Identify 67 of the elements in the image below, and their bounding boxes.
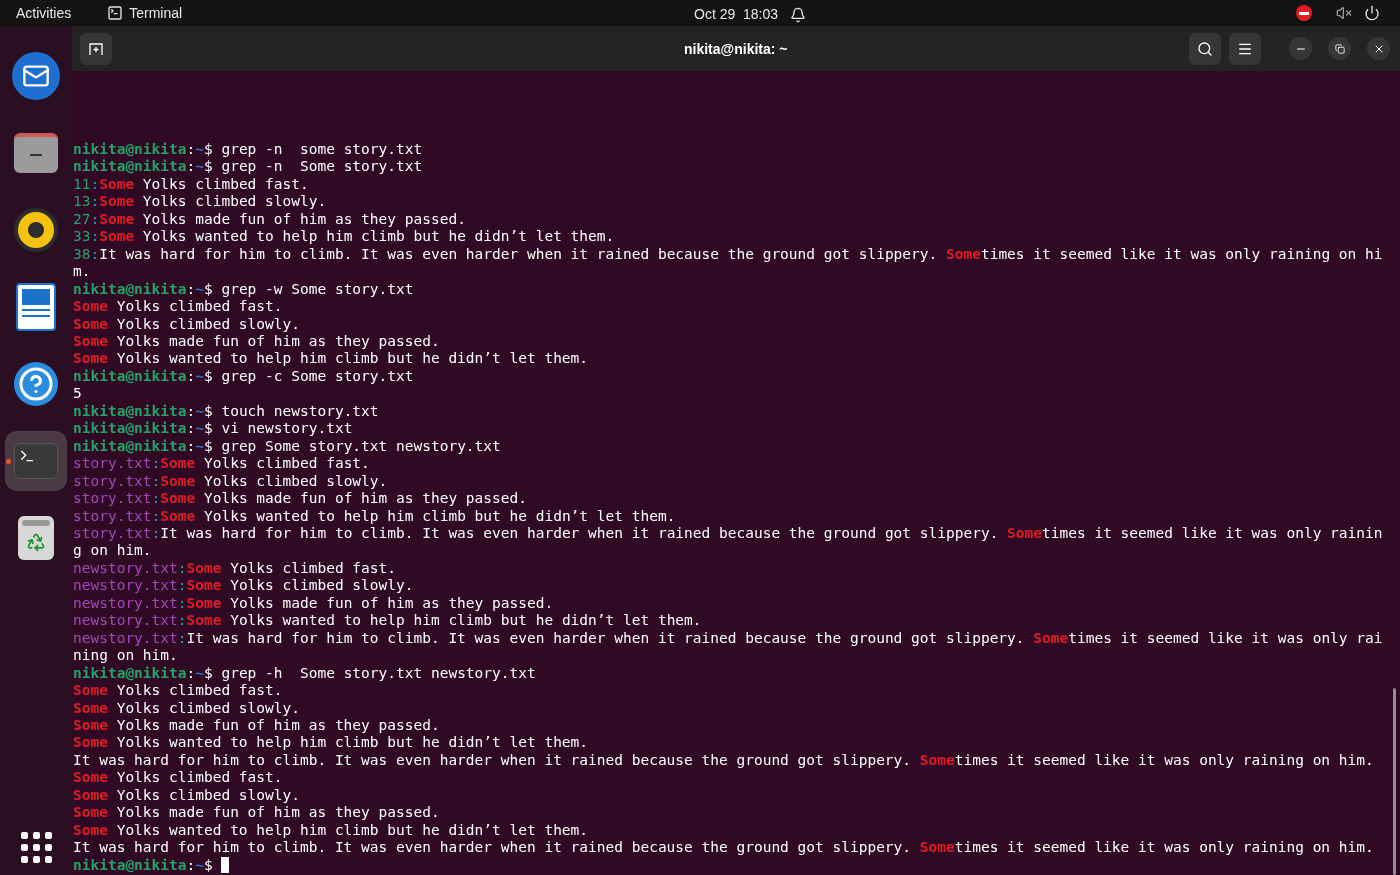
muted-speaker-icon[interactable] [1336,5,1352,21]
terminal-line: Some Yolks made fun of him as they passed. [73,716,440,735]
terminal-line: ning on him. [73,647,178,665]
close-button[interactable] [1367,37,1390,60]
terminal-line: m. [73,263,91,281]
terminal-line: g on him. [73,542,152,560]
terminal-line: newstory.txt:Some Yolks climbed slowly. [73,577,414,595]
bell-icon [790,6,807,23]
new-tab-button[interactable] [80,32,112,65]
terminal-line: story.txt:Some Yolks made fun of him as they passed. [73,490,527,508]
terminal-line: 33:Some Yolks wanted to help him climb but he didn’t let them. [73,228,615,246]
terminal-line: Some Yolks climbed slowly. [73,786,300,805]
terminal-line: Some Yolks climbed fast. [73,298,283,316]
terminal-line: 13:Some Yolks climbed slowly. [73,193,327,211]
terminal-line: nikita@nikita:~$ grep -w Some story.txt [73,280,414,299]
terminal-line: story.txt:Some Yolks climbed fast. [73,455,370,473]
search-button[interactable] [1189,32,1221,65]
help-icon [14,362,58,406]
terminal-line: Some Yolks climbed slowly. [73,315,300,333]
terminal-line: nikita@nikita:~$ grep -c Some story.txt [73,367,414,386]
scrollbar-thumb[interactable] [1393,688,1396,875]
new-tab-icon [89,41,103,56]
window-title: nikita@nikita: ~ [684,40,788,59]
terminal-line: newstory.txt:Some Yolks climbed fast. [73,559,397,578]
terminal-line: It was hard for him to climb. It was even harder when it rained because the ground got slippery. Sometimes it seemed like it was only raining on him. [73,751,1374,770]
terminal-line: Some Yolks climbed slowly. [73,699,300,717]
restore-button[interactable] [1328,37,1351,60]
terminal-line: Some Yolks wanted to help him climb but he didn’t let them. [73,350,589,368]
minimize-button[interactable] [1289,37,1312,60]
terminal-line: nikita@nikita:~$ touch newstory.txt [73,402,379,421]
terminal-line: newstory.txt:Some Yolks made fun of him as they passed. [73,594,554,613]
terminal-line: Some Yolks made fun of him as they passed. [73,333,440,351]
activities-button[interactable]: Activities [16,2,72,24]
app-menu[interactable]: Terminal [129,2,183,24]
do-not-disturb-icon[interactable] [1296,5,1312,21]
terminal-line: 38:It was hard for him to climb. It was even harder when it rained because the ground got slippery. Sometimes it seemed like it was only raining on hi [73,245,1383,264]
terminal-line: Some Yolks climbed fast. [73,682,283,700]
terminal-line: newstory.txt:It was hard for him to climb. It was even harder when it rained because the ground got slippery. Sometimes it seemed like it was only rai [73,629,1383,648]
power-icon[interactable] [1364,5,1380,21]
terminal-line: story.txt:Some Yolks climbed slowly. [73,472,388,491]
terminal-line: nikita@nikita:~$ grep -n Some story.txt [73,158,423,176]
terminal-line: nikita@nikita:~$ grep Some story.txt newstory.txt [73,437,501,456]
search-icon [1197,40,1213,57]
terminal-line: nikita@nikita:~$ grep -h Some story.txt newstory.txt [73,664,536,683]
clock[interactable]: Oct 29 18:03 [694,4,779,25]
app-grid-icon[interactable] [20,832,52,863]
terminal-line: 27:Some Yolks made fun of him as they passed. [73,210,466,229]
terminal-line: nikita@nikita:~$ [73,856,214,875]
terminal-line: Some Yolks climbed fast. [73,769,283,787]
terminal-line: story.txt:Some Yolks wanted to help him climb but he didn’t let them. [73,507,676,525]
terminal-icon [107,5,124,21]
terminal-line: Some Yolks made fun of him as they passed. [73,804,440,822]
menu-button[interactable] [1229,32,1261,65]
document-icon [16,283,56,331]
restore-icon [1334,43,1345,54]
terminal-line: Some Yolks wanted to help him climb but he didn’t let them. [73,821,589,840]
terminal-line: It was hard for him to climb. It was even harder when it rained because the ground got slippery. Sometimes it seemed like it was only raining on him. [73,839,1374,857]
terminal-line: 5 [73,385,82,403]
terminal-line: Some Yolks wanted to help him climb but he didn’t let them. [73,734,589,752]
terminal-line: 11:Some Yolks climbed fast. [73,175,309,194]
terminal-line: nikita@nikita:~$ vi newstory.txt [73,420,353,438]
terminal-line: nikita@nikita:~$ grep -n some story.txt [73,141,423,159]
trash-icon [18,516,54,560]
terminal-line: story.txt:It was hard for him to climb. It was even harder when it rained because the ground got slippery. Sometimes it seemed like it was only rainin [73,524,1383,543]
terminal-line: newstory.txt:Some Yolks wanted to help him climb but he didn’t let them. [73,612,702,630]
terminal-icon [14,443,58,479]
folder-icon [14,133,58,173]
